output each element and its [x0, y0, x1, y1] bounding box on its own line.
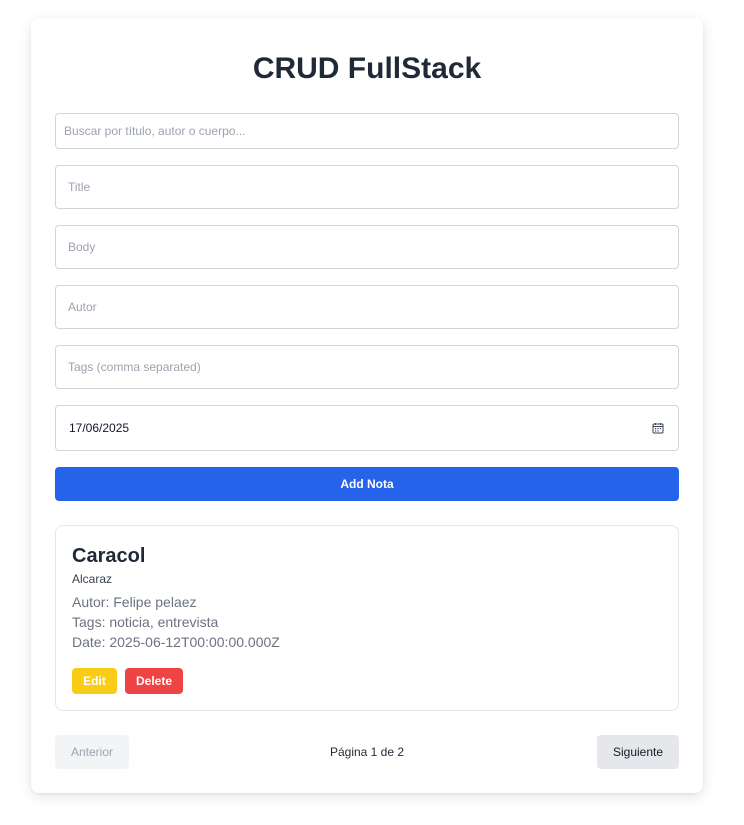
main-card: CRUD FullStack 17/06/2025 Add Nota Carac…: [31, 18, 703, 793]
edit-button[interactable]: Edit: [72, 668, 117, 694]
date-value: 17/06/2025: [69, 421, 130, 435]
date-field[interactable]: 17/06/2025: [55, 405, 679, 451]
title-field[interactable]: [55, 165, 679, 209]
delete-button[interactable]: Delete: [125, 668, 183, 694]
page-title: CRUD FullStack: [252, 52, 482, 85]
note-card: Caracol Alcaraz Autor: Felipe pelaez Tag…: [55, 525, 679, 711]
tags-field[interactable]: [55, 345, 679, 389]
note-body: Alcaraz: [72, 572, 113, 586]
note-date: Date: 2025-06-12T00:00:00.000Z: [72, 634, 280, 650]
note-autor: Autor: Felipe pelaez: [72, 594, 197, 610]
next-page-button[interactable]: Siguiente: [597, 735, 679, 769]
note-tags: Tags: noticia, entrevista: [72, 614, 219, 630]
add-nota-button[interactable]: Add Nota: [55, 467, 679, 501]
body-field[interactable]: [55, 225, 679, 269]
calendar-icon[interactable]: [652, 422, 664, 434]
search-input[interactable]: [55, 113, 679, 149]
note-title: Caracol: [72, 545, 146, 567]
autor-field[interactable]: [55, 285, 679, 329]
